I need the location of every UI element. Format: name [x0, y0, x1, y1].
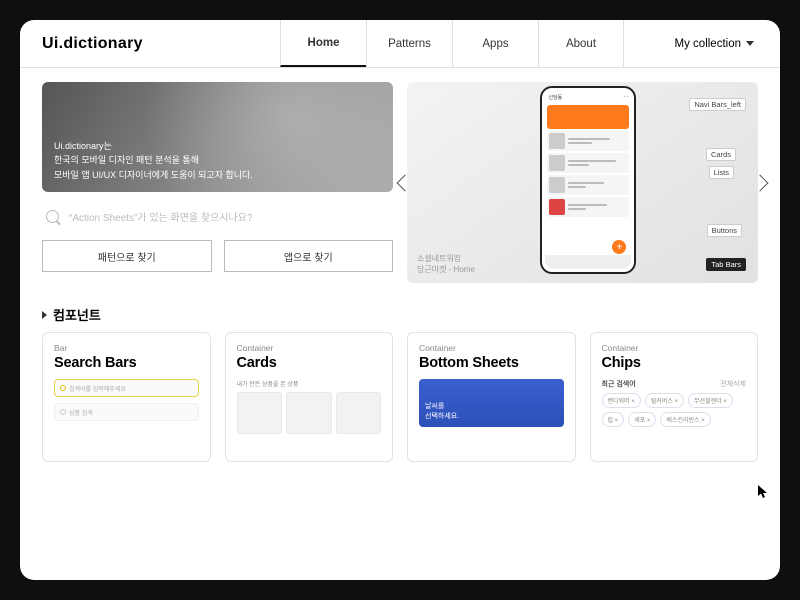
component-card-bottomsheets[interactable]: Container Bottom Sheets 날씨를 선택하세요. — [407, 332, 576, 462]
annot-lists: Lists — [709, 166, 734, 179]
topbar: Ui.dictionary Home Patterns Apps About M… — [20, 20, 780, 68]
hero-line2: 한국의 모바일 디자인 패턴 분석을 통해 — [54, 153, 381, 167]
cursor-icon — [758, 485, 768, 499]
tab-home[interactable]: Home — [280, 20, 366, 67]
hero-row: Ui.dictionary는 한국의 모바일 디자인 패턴 분석을 통해 모바일… — [20, 68, 780, 283]
tab-patterns[interactable]: Patterns — [366, 20, 452, 67]
showcase-carousel: 신당동◦ ◦ + Navi Bars_left Cards Lists Butt… — [407, 82, 758, 283]
mini-preview: 캔디워머 × 릴커머스 × 무선블렌더 × 립 × 세포 × 베스킨라빈스 × — [602, 393, 747, 427]
logo[interactable]: Ui.dictionary — [20, 20, 280, 67]
phone-banner — [547, 105, 629, 129]
annot-navbar: Navi Bars_left — [689, 98, 746, 111]
showcase-caption: 소셜네트워킹 당근마켓 - Home — [417, 254, 475, 275]
mini-preview: 날씨를 선택하세요. — [419, 379, 564, 427]
mini-preview: 검색어를 입력해주세요 — [54, 379, 199, 397]
app-window: Ui.dictionary Home Patterns Apps About M… — [20, 20, 780, 580]
phone-list-item — [547, 175, 629, 195]
hero-line3: 모바일 앱 UI/UX 디자이너에게 도움이 되고자 합니다. — [54, 168, 381, 182]
component-card-searchbars[interactable]: Bar Search Bars 검색어를 입력해주세요 상품 검색 — [42, 332, 211, 462]
component-card-cards[interactable]: Container Cards 내가 만든 상품을 본 상품 — [225, 332, 394, 462]
triangle-right-icon — [42, 311, 47, 319]
nav-tabs: Home Patterns Apps About — [280, 20, 624, 67]
carousel-prev-button[interactable] — [397, 174, 414, 191]
tab-about[interactable]: About — [538, 20, 624, 67]
hero-line1: Ui.dictionary는 — [54, 139, 381, 153]
annot-buttons: Buttons — [707, 224, 742, 237]
find-by-pattern-button[interactable]: 패턴으로 찾기 — [42, 240, 212, 272]
search-input[interactable]: “Action Sheets”가 있는 화면을 찾으시나요? — [42, 202, 393, 230]
annot-cards: Cards — [706, 148, 736, 161]
phone-tabbar — [545, 255, 631, 269]
phone-navbar: 신당동◦ ◦ — [545, 91, 631, 103]
mini-preview — [237, 392, 382, 434]
section-components-head: 컴포넌트 — [20, 283, 780, 332]
phone-mockup: 신당동◦ ◦ + — [540, 86, 636, 274]
hero-button-row: 패턴으로 찾기 앱으로 찾기 — [42, 240, 393, 272]
section-components-title: 컴포넌트 — [53, 305, 101, 324]
mini-preview: 상품 검색 — [54, 403, 199, 421]
fab-add-icon: + — [612, 240, 626, 254]
my-collection-label: My collection — [675, 38, 741, 50]
phone-list-item — [547, 153, 629, 173]
search-placeholder: “Action Sheets”가 있는 화면을 찾으시나요? — [69, 209, 252, 224]
phone-list-item — [547, 197, 629, 217]
component-card-chips[interactable]: Container Chips 최근 검색어 전체삭제 캔디워머 × 릴커머스 … — [590, 332, 759, 462]
chevron-down-icon — [746, 41, 754, 46]
annot-tabbars: Tab Bars — [706, 258, 746, 271]
search-icon — [46, 210, 59, 223]
my-collection-menu[interactable]: My collection — [649, 20, 780, 67]
component-card-row: Bar Search Bars 검색어를 입력해주세요 상품 검색 Contai… — [20, 332, 780, 480]
hero-left: Ui.dictionary는 한국의 모바일 디자인 패턴 분석을 통해 모바일… — [42, 82, 393, 283]
tab-apps[interactable]: Apps — [452, 20, 538, 67]
carousel-next-button[interactable] — [752, 174, 769, 191]
phone-list-item — [547, 131, 629, 151]
hero-image: Ui.dictionary는 한국의 모바일 디자인 패턴 분석을 통해 모바일… — [42, 82, 393, 192]
find-by-app-button[interactable]: 앱으로 찾기 — [224, 240, 394, 272]
